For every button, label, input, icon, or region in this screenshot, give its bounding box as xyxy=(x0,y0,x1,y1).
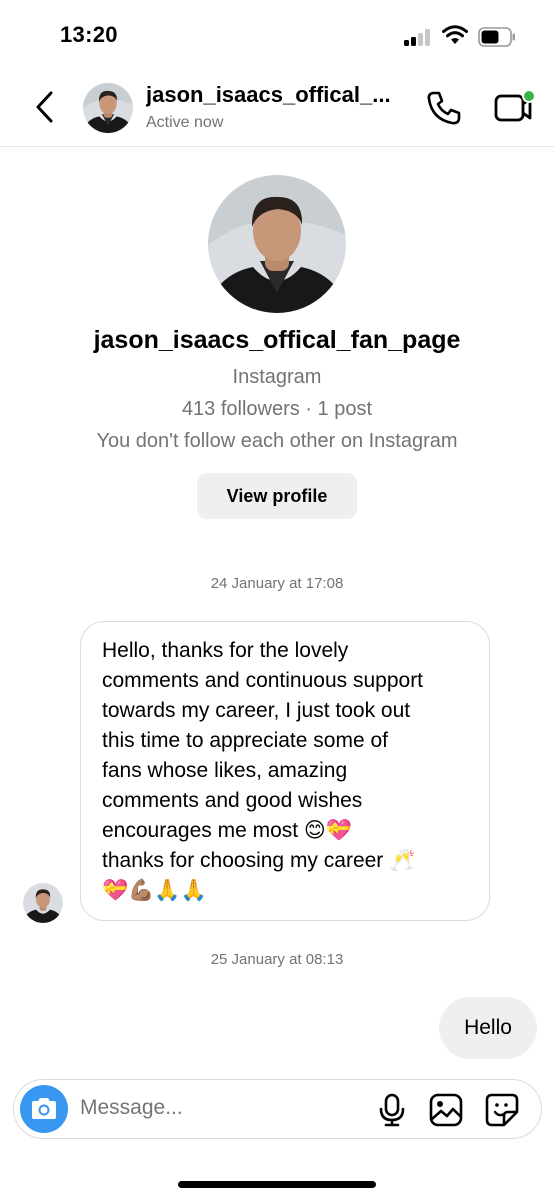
message-line: fans whose likes, amazing xyxy=(102,759,348,782)
video-call-icon[interactable] xyxy=(490,87,536,127)
status-bar: 13:20 xyxy=(0,0,554,70)
header-username[interactable]: jason_isaacs_offical_... xyxy=(146,82,411,108)
active-status: Active now xyxy=(146,114,224,131)
message-line: this time to appreciate some of xyxy=(102,729,388,752)
outgoing-message-bubble[interactable]: Hello xyxy=(439,997,537,1059)
sender-avatar[interactable] xyxy=(23,883,63,923)
battery-icon xyxy=(478,27,515,47)
header-avatar[interactable] xyxy=(83,83,133,133)
camera-button[interactable] xyxy=(20,1085,68,1133)
profile-platform: Instagram xyxy=(232,366,322,388)
incoming-message-bubble[interactable]: Hello, thanks for the lovely comments an… xyxy=(80,621,490,921)
message-timestamp: 25 January at 08:13 xyxy=(210,951,344,968)
profile-username: jason_isaacs_offical_fan_page xyxy=(93,326,461,354)
message-line: towards my career, I just took out xyxy=(102,699,411,722)
follow-relationship: You don't follow each other on Instagram xyxy=(96,430,458,452)
message-line: thanks for choosing my career 🥂 xyxy=(102,849,416,872)
profile-avatar[interactable] xyxy=(208,175,346,313)
message-line: comments and continuous support xyxy=(102,669,424,692)
message-line: 💝💪🏽🙏🙏 xyxy=(102,879,207,902)
message-input[interactable] xyxy=(80,1096,360,1120)
message-line: Hello, thanks for the lovely xyxy=(102,639,349,662)
sticker-icon[interactable] xyxy=(484,1092,520,1128)
view-profile-button[interactable]: View profile xyxy=(197,473,357,519)
message-line: encourages me most 😊💝 xyxy=(102,819,352,842)
message-line: comments and good wishes xyxy=(102,789,363,812)
camera-icon xyxy=(32,1098,56,1119)
cellular-signal-icon xyxy=(404,28,434,46)
message-timestamp: 24 January at 17:08 xyxy=(210,575,344,592)
back-arrow-icon[interactable] xyxy=(30,90,60,124)
gallery-icon[interactable] xyxy=(428,1092,464,1128)
phone-call-icon[interactable] xyxy=(424,88,464,128)
home-indicator[interactable] xyxy=(178,1181,376,1188)
status-time: 13:20 xyxy=(60,22,118,47)
chat-header: jason_isaacs_offical_... Active now xyxy=(0,70,554,147)
message-composer xyxy=(13,1079,542,1139)
profile-stats: 413 followers · 1 post xyxy=(181,398,373,420)
microphone-icon[interactable] xyxy=(374,1092,410,1128)
wifi-icon xyxy=(442,25,468,44)
